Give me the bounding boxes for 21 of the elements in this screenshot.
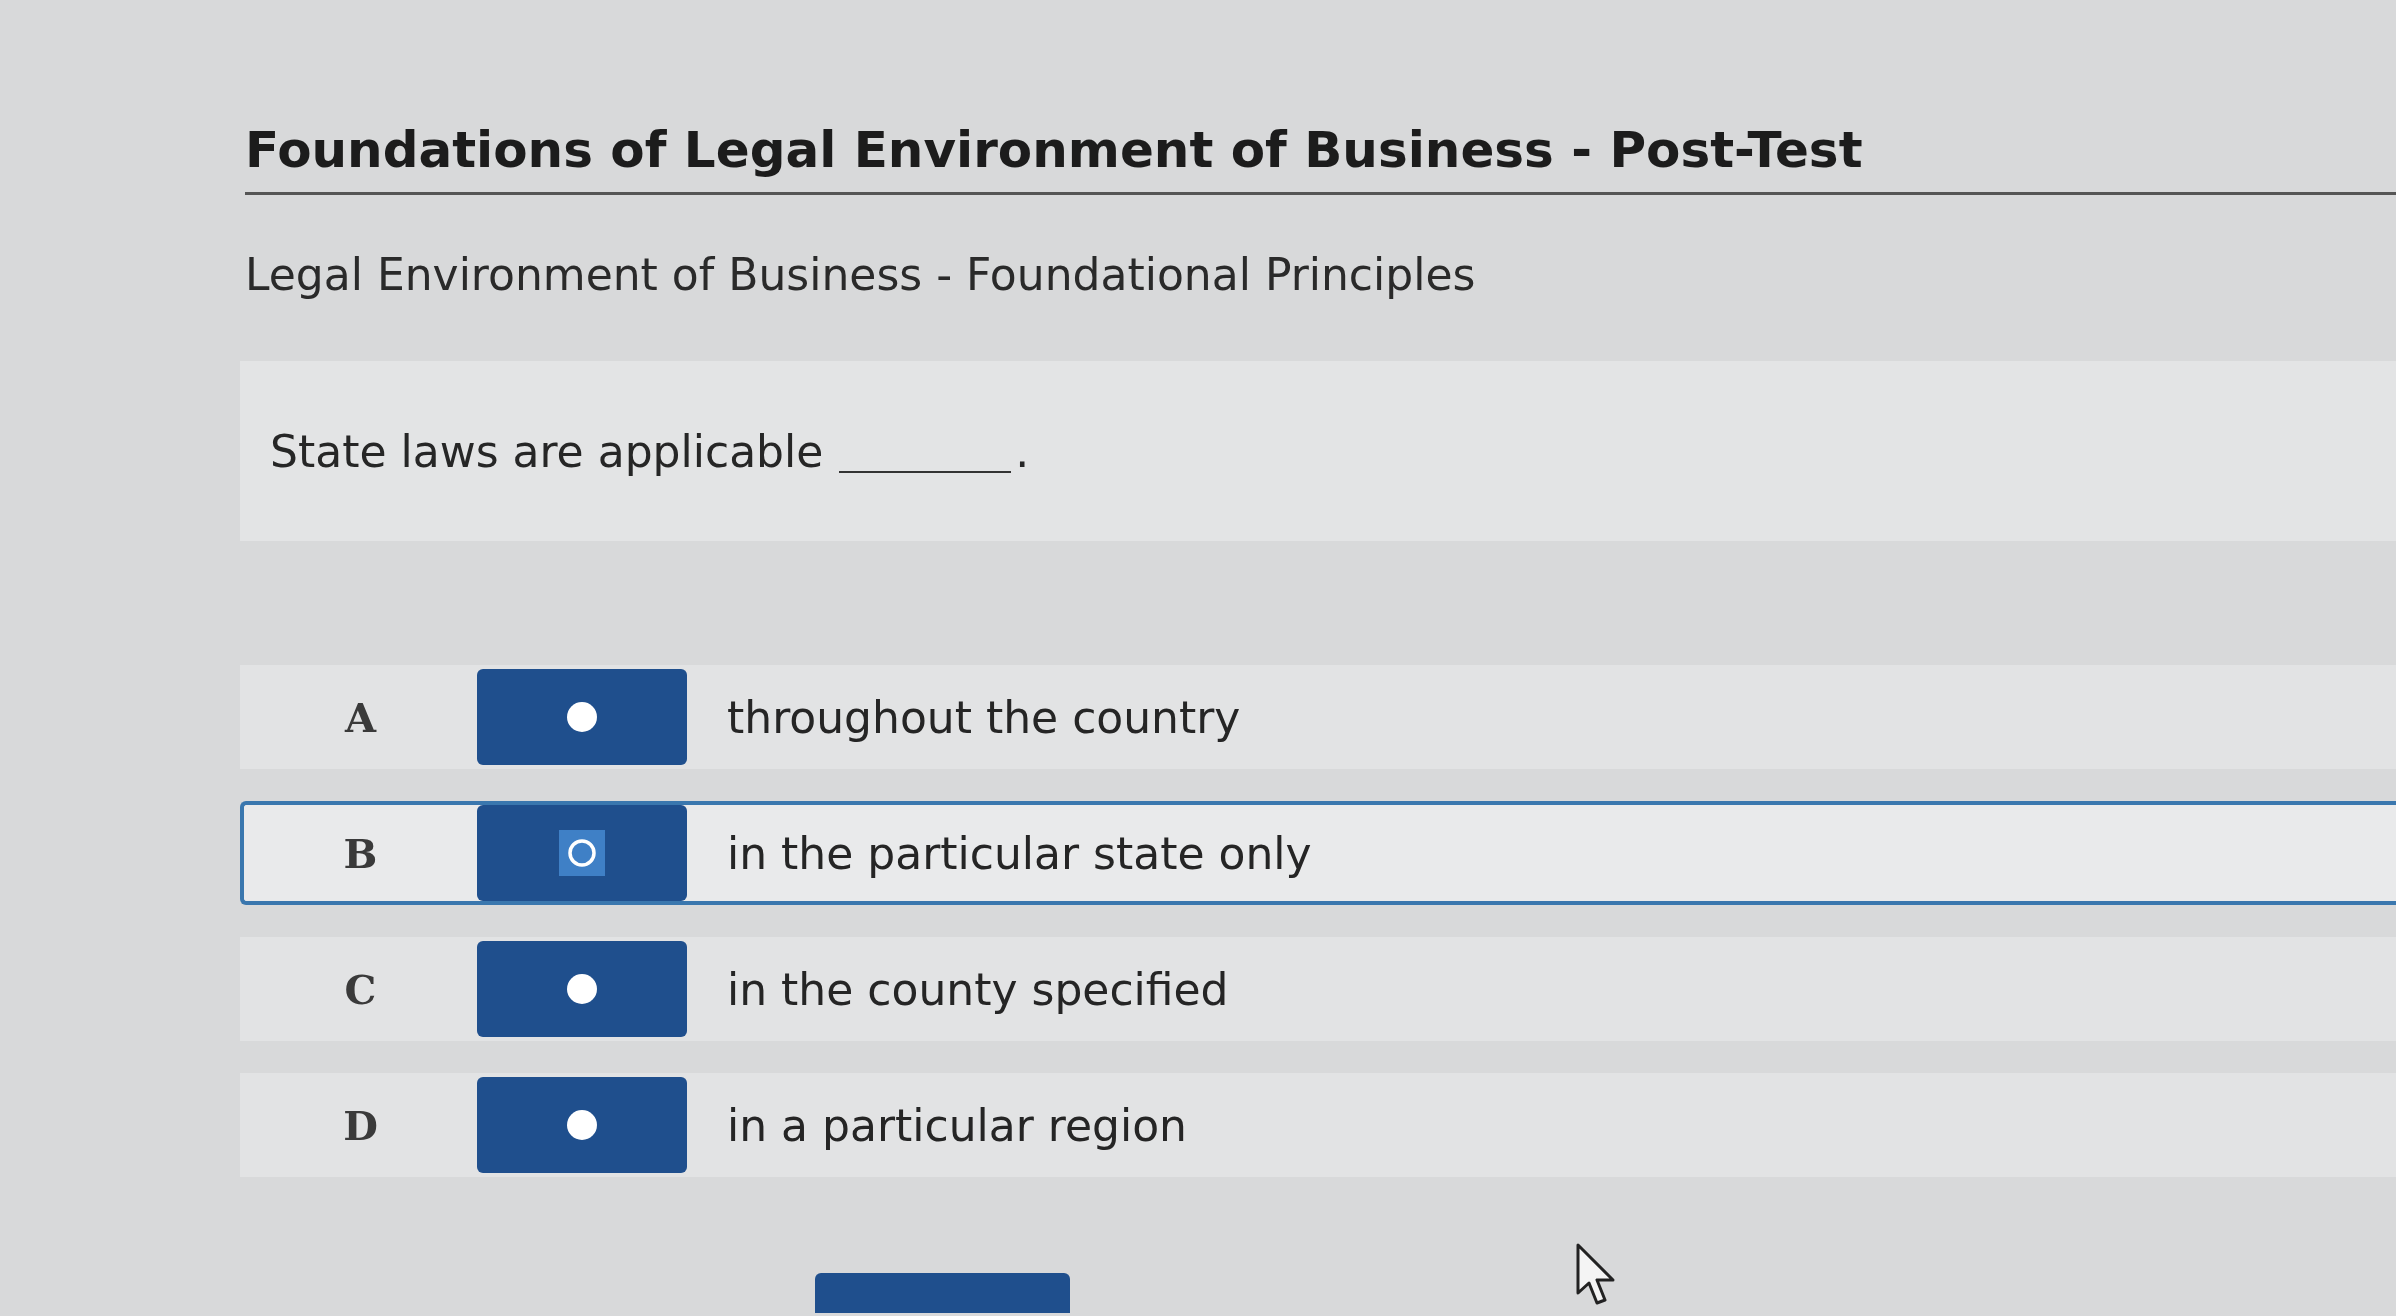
page-title: Foundations of Legal Environment of Business - Post-Test <box>245 122 1863 178</box>
radio-ring-icon <box>559 830 605 876</box>
section-subtitle: Legal Environment of Business - Foundational Principles <box>245 249 1476 301</box>
radio-button[interactable] <box>477 669 687 765</box>
option-letter: A <box>344 693 376 741</box>
radio-dot-icon <box>567 974 597 1004</box>
question-punctuation: . <box>1015 425 1030 477</box>
mouse-pointer-icon <box>1576 1243 1616 1305</box>
radio-button[interactable] <box>477 941 687 1037</box>
option-text: in the county specified <box>727 963 1229 1015</box>
option-text: throughout the country <box>727 691 1241 743</box>
option-letter: C <box>344 965 377 1013</box>
radio-dot-icon <box>567 702 597 732</box>
question-text: State laws are applicable <box>270 425 824 477</box>
radio-dot-icon <box>567 1110 597 1140</box>
option-letter: D <box>343 1101 378 1149</box>
option-text: in the particular state only <box>727 827 1312 879</box>
option-letter: B <box>343 829 378 877</box>
radio-button[interactable] <box>477 805 687 901</box>
option-text: in a particular region <box>727 1099 1187 1151</box>
radio-button[interactable] <box>477 1077 687 1173</box>
